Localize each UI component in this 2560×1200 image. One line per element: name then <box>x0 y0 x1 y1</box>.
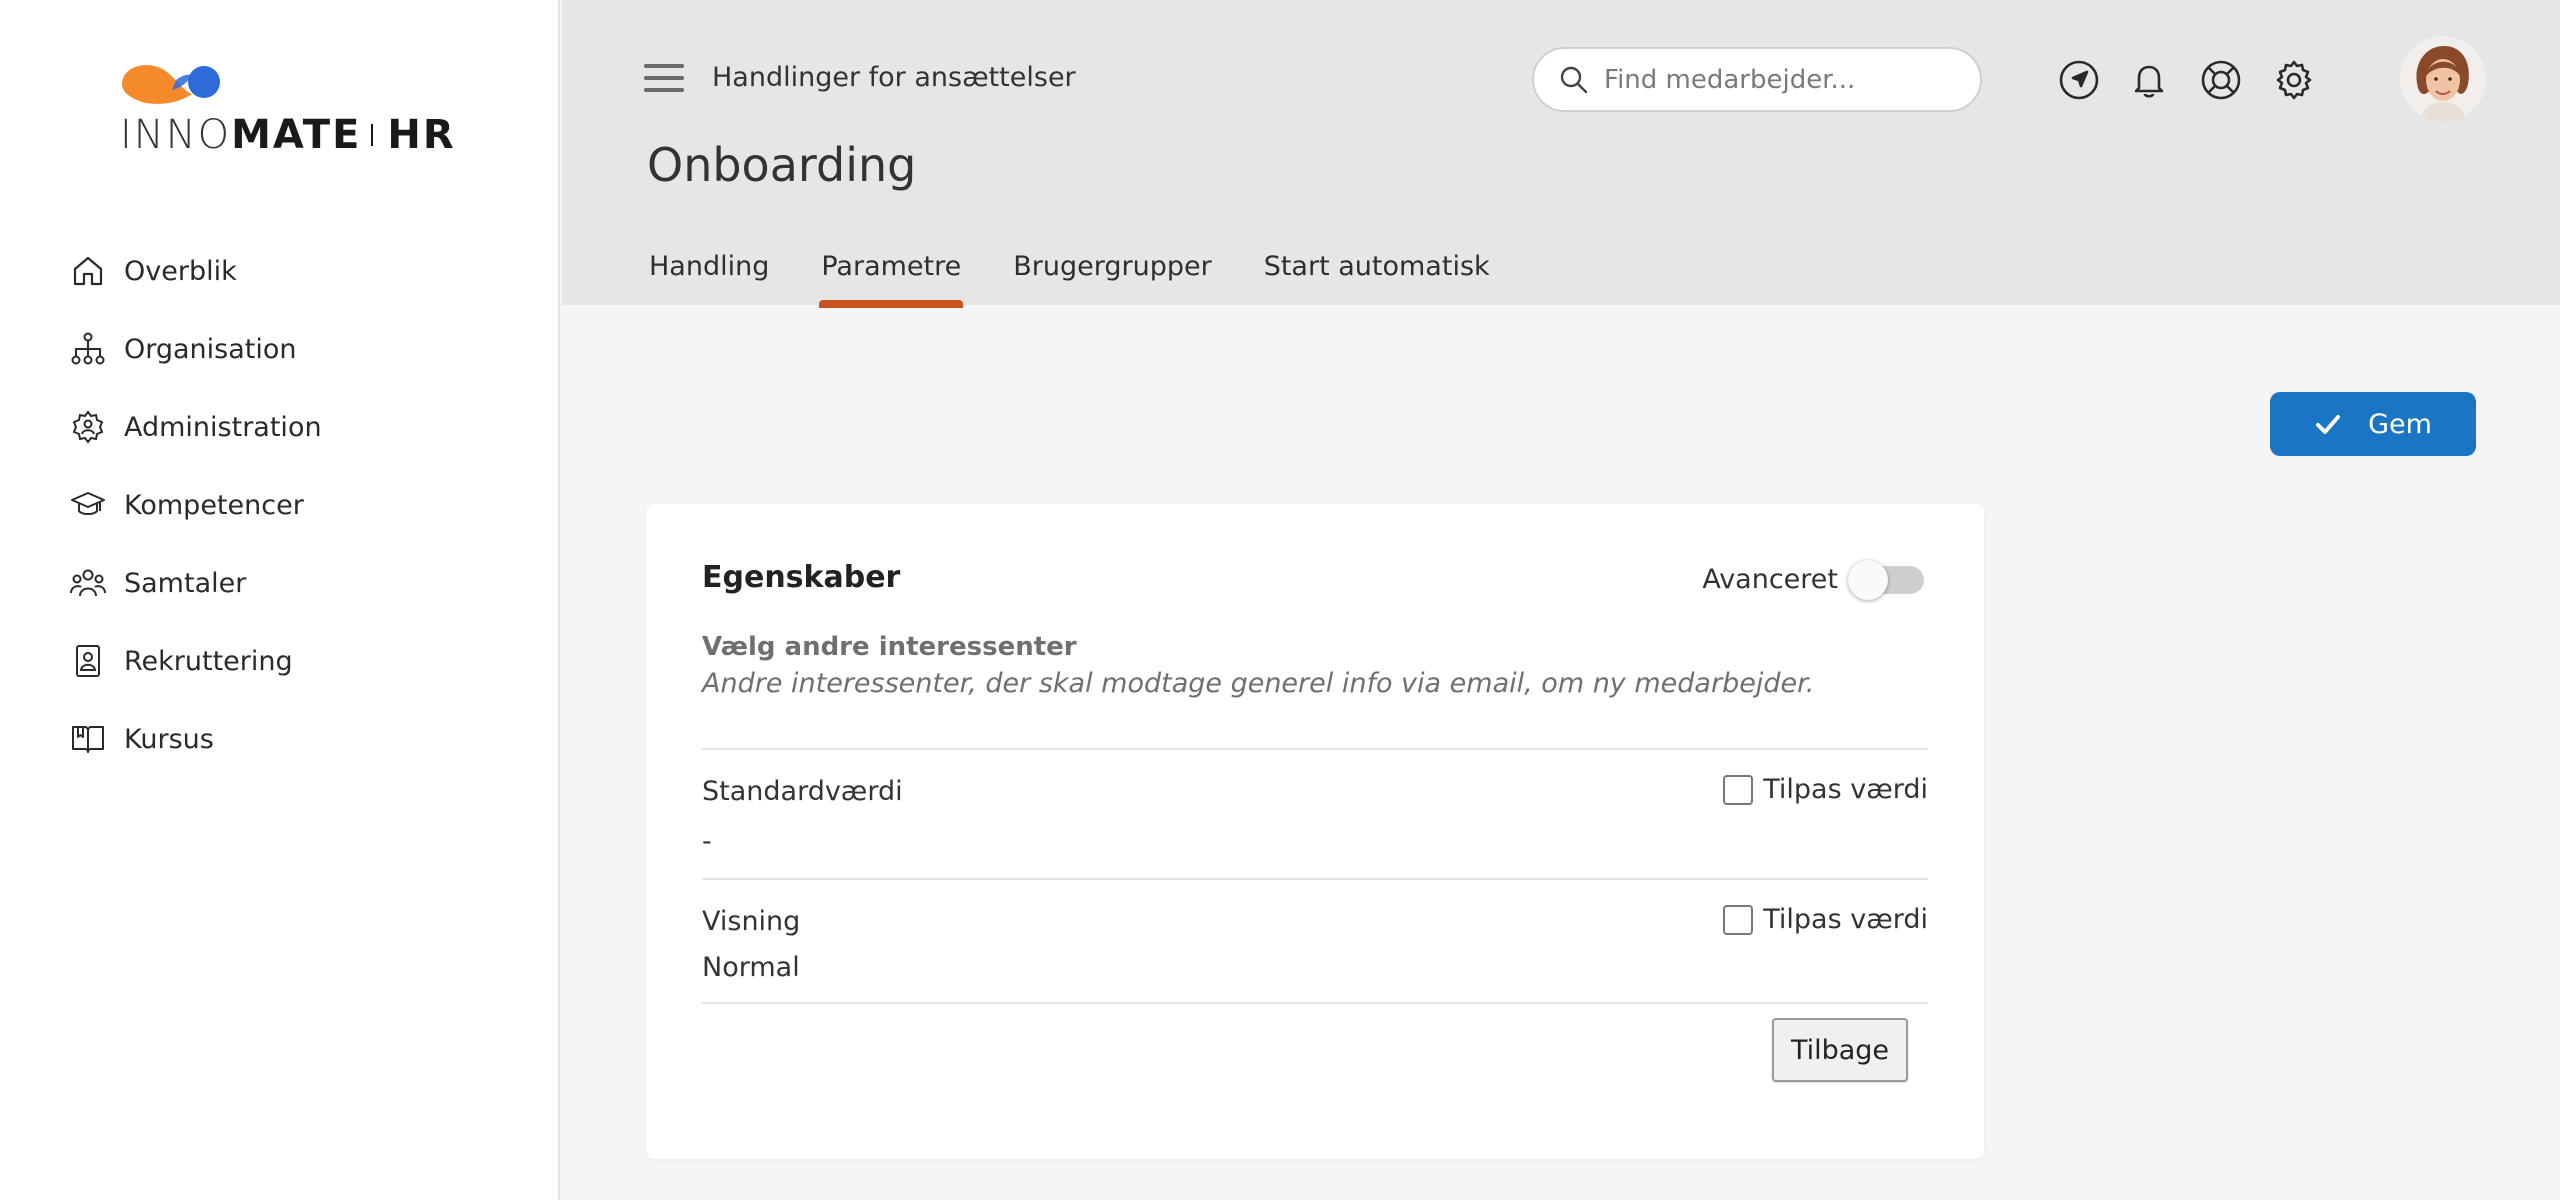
logo[interactable]: INNOMATE HR <box>120 60 454 170</box>
sidebar-item-kompetencer[interactable]: Kompetencer <box>68 466 528 544</box>
back-button[interactable]: Tilbage <box>1772 1018 1908 1082</box>
tab-parametre[interactable]: Parametre <box>819 245 964 308</box>
advanced-toggle-group: Avanceret <box>1702 559 1924 600</box>
search-box[interactable] <box>1532 47 1982 112</box>
search-icon <box>1560 66 1588 93</box>
sidebar-item-overblik[interactable]: Overblik <box>68 232 528 310</box>
header: Handlinger for ansættelser Onboarding Ha… <box>562 0 2560 308</box>
page-title: Onboarding <box>647 138 917 192</box>
logo-wordmark: INNOMATE HR <box>120 112 456 158</box>
sidebar-item-administration[interactable]: Administration <box>68 388 528 466</box>
hamburger-menu-icon[interactable] <box>644 64 684 96</box>
sidebar-item-samtaler[interactable]: Samtaler <box>68 544 528 622</box>
navigation-icon[interactable] <box>2057 58 2101 102</box>
sidebar-item-rekruttering[interactable]: Rekruttering <box>68 622 528 700</box>
save-button-label: Gem <box>2368 408 2432 440</box>
logo-mark-icon <box>122 65 220 104</box>
book-icon <box>68 719 108 759</box>
sidebar-item-organisation[interactable]: Organisation <box>68 310 528 388</box>
divider <box>702 748 1928 750</box>
breadcrumb[interactable]: Handlinger for ansættelser <box>712 62 1076 93</box>
checkmark-icon <box>2316 415 2341 434</box>
tab-bar: Handling Parametre Brugergrupper Start a… <box>647 245 1540 308</box>
search-input[interactable] <box>1604 64 1964 95</box>
sidebar-item-kursus[interactable]: Kursus <box>68 700 528 778</box>
tab-handling[interactable]: Handling <box>647 245 771 304</box>
checkbox[interactable] <box>1723 774 1754 805</box>
sidebar: INNOMATE HR Overblik Organisation Adminis… <box>0 0 560 1200</box>
row-label-visning: Visning <box>702 906 801 937</box>
divider <box>702 878 1928 880</box>
org-chart-icon <box>68 329 108 369</box>
gear-icon[interactable] <box>2272 58 2316 102</box>
divider <box>702 1002 1928 1004</box>
group-icon <box>68 563 108 603</box>
advanced-toggle[interactable] <box>1848 559 1924 600</box>
checkbox[interactable] <box>1723 904 1754 935</box>
tab-start-automatisk[interactable]: Start automatisk <box>1262 245 1492 304</box>
main-nav: Overblik Organisation Administration Kom… <box>68 232 528 778</box>
id-badge-icon <box>68 641 108 681</box>
tab-brugergrupper[interactable]: Brugergrupper <box>1011 245 1213 304</box>
row-label-standardvaerdi: Standardværdi <box>702 776 903 807</box>
home-icon <box>68 251 108 291</box>
section-description: Andre interessenter, der skal modtage ge… <box>702 668 1815 699</box>
gear-person-icon <box>68 407 108 447</box>
section-subtitle: Vælg andre interessenter <box>702 632 1077 662</box>
customize-checkbox-visning[interactable]: Tilpas værdi <box>1723 904 1928 935</box>
save-button[interactable]: Gem <box>2270 392 2476 456</box>
customize-checkbox-standardvaerdi[interactable]: Tilpas værdi <box>1723 774 1928 805</box>
avatar[interactable] <box>2400 36 2486 122</box>
lifebuoy-icon[interactable] <box>2199 58 2243 102</box>
properties-card: Egenskaber Avanceret Vælg andre interess… <box>646 504 1984 1159</box>
row-value-standardvaerdi: - <box>702 826 712 857</box>
row-value-visning: Normal <box>702 952 800 983</box>
advanced-label: Avanceret <box>1702 564 1838 595</box>
card-title: Egenskaber <box>702 560 901 595</box>
graduation-cap-icon <box>68 485 108 525</box>
bell-icon[interactable] <box>2127 58 2171 102</box>
